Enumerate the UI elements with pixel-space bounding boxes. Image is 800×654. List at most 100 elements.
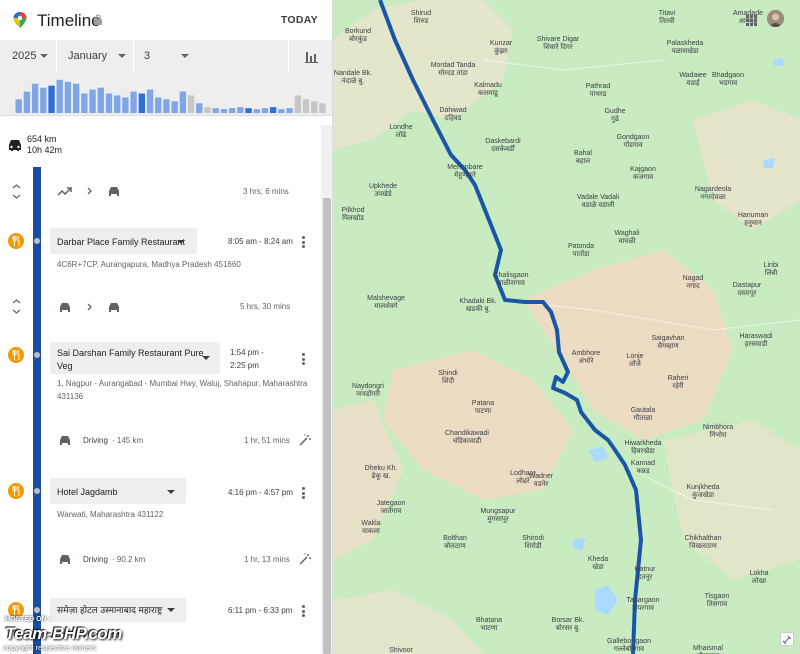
map-place-label[interactable]: Mehunbare मेहुणबारे	[447, 164, 482, 180]
scrollbar-thumb[interactable]	[323, 198, 331, 654]
map-place-label[interactable]: Nimbhora निंभोरा	[703, 424, 733, 440]
more-options-icon[interactable]	[302, 487, 306, 499]
place-name-dropdown[interactable]: Sai Darshan Family Restaurant Pure Veg	[50, 342, 220, 374]
histogram-bar[interactable]	[311, 101, 318, 114]
map-place-label[interactable]: Shirud शिरुड	[411, 10, 431, 26]
map-place-label[interactable]: Haraswadi हरसवाडी	[739, 333, 772, 349]
map-place-label[interactable]: Jategaon जातेगाव	[377, 500, 406, 516]
map-place-label[interactable]: Kheda खेडा	[588, 556, 608, 572]
user-avatar[interactable]	[767, 10, 784, 27]
histogram-bar[interactable]	[212, 108, 219, 114]
map-place-label[interactable]: Nandale Bk. नंदाळे बु.	[334, 70, 372, 86]
map-place-label[interactable]: Hanuman हनुमान	[738, 212, 768, 228]
histogram-bar[interactable]	[155, 97, 162, 114]
place-name-dropdown[interactable]: Hotel Jagdamb	[50, 478, 186, 504]
histogram-bar[interactable]	[15, 99, 22, 114]
histogram-bar[interactable]	[72, 83, 80, 114]
map-place-label[interactable]: Shivare Digar शिवारे दिगर	[537, 36, 579, 52]
month-dropdown[interactable]: January	[56, 40, 132, 72]
histogram-bar[interactable]	[122, 97, 129, 114]
map-place-label[interactable]: Borsar Bk. बोरसर बु.	[552, 617, 585, 633]
histogram-bar[interactable]	[138, 93, 145, 114]
more-options-icon[interactable]	[302, 353, 306, 365]
map-place-label[interactable]: Shivoorशिवूर	[389, 647, 413, 654]
map-place-label[interactable]: Palaskheda पळासखेडा	[667, 40, 704, 56]
histogram-bar[interactable]	[97, 87, 104, 114]
map-place-label[interactable]: Naydongri नायडोंगरी	[352, 383, 384, 399]
day-dropdown[interactable]: 3	[133, 40, 193, 72]
histogram-bar[interactable]	[319, 103, 326, 114]
map-place-label[interactable]: Bahal बहाल	[574, 150, 592, 166]
map-place-label[interactable]: Mungsapur मुंगसापूर	[480, 508, 515, 524]
map-place-label[interactable]: Daskebardi दसकेबर्डी	[485, 138, 520, 154]
histogram-bar[interactable]	[269, 107, 277, 114]
histogram-bar[interactable]	[171, 101, 178, 114]
map-place-label[interactable]: Lonje लोंजे	[626, 353, 643, 369]
histogram-bar[interactable]	[130, 91, 137, 114]
histogram-bar[interactable]	[245, 108, 252, 114]
map-place-label[interactable]: Shirodi शिरोडी	[522, 535, 544, 551]
year-dropdown[interactable]: 2025	[0, 40, 55, 72]
apps-grid-icon[interactable]	[746, 13, 757, 26]
map-place-label[interactable]: Borkund बोरकुंड	[345, 28, 371, 44]
histogram-bar[interactable]	[40, 87, 47, 114]
map-place-label[interactable]: Dheku Kh. ढेकू ख.	[365, 465, 398, 481]
histogram-bar[interactable]	[105, 93, 113, 114]
map-place-label[interactable]: Hatnur हतनूर	[634, 566, 655, 582]
map-place-label[interactable]: Nagardeola नगरदेवळा	[695, 186, 731, 202]
map-place-label[interactable]: Tapargaon टापरगाव	[626, 597, 659, 613]
map-place-label[interactable]: Patonda पातोंडा	[568, 243, 594, 259]
histogram-bar[interactable]	[89, 89, 96, 114]
map-place-label[interactable]: Bhadgaon भडगाव	[712, 72, 744, 88]
map-place-label[interactable]: Pilkhod पिलखोड	[342, 207, 365, 223]
edit-wand-icon[interactable]	[299, 553, 311, 565]
map-place-label[interactable]: Mhaismalम्हैसमाळ	[693, 645, 723, 654]
histogram-bar[interactable]	[23, 91, 31, 114]
map-place-label[interactable]: Upkhede उपखेडे	[369, 183, 397, 199]
map-place-label[interactable]: Bolthan बोलठाण	[443, 535, 467, 551]
place-name-dropdown[interactable]: समेज़ा होटल उस्मानाबाद महाराष्ट्र	[50, 598, 186, 622]
histogram-bar[interactable]	[220, 109, 228, 114]
map-place-label[interactable]: Nagad नगाद	[683, 275, 704, 291]
map-place-label[interactable]: Kannad कन्नड	[631, 460, 655, 476]
histogram-bar[interactable]	[64, 81, 72, 114]
map-place-label[interactable]: Raheri रहेरी	[668, 375, 689, 391]
map-place-label[interactable]: Gudhe गुढे	[604, 108, 625, 124]
map-place-label[interactable]: Kalmadu कलमाडू	[474, 82, 502, 98]
map-place-label[interactable]: Waghali वाघळी	[614, 230, 639, 246]
expand-collapse-icon[interactable]	[12, 183, 21, 200]
map-place-label[interactable]: Khadaki Bk. खडकी बु.	[459, 298, 496, 314]
map-place-label[interactable]: Londhe लोंढे	[389, 124, 412, 140]
histogram-bar[interactable]	[294, 95, 301, 114]
map-place-label[interactable]: Gautala गौताळा	[631, 407, 656, 423]
histogram-bar[interactable]	[228, 108, 236, 114]
histogram-bar[interactable]	[56, 79, 63, 114]
histogram-bar[interactable]	[48, 85, 55, 114]
stats-chart-button[interactable]	[288, 40, 332, 72]
map-place-label[interactable]: Patana पाटणा	[472, 400, 494, 416]
map-place-label[interactable]: Chalisgaon चाळीसगाव	[493, 272, 528, 288]
histogram-bar[interactable]	[187, 95, 195, 114]
day-histogram[interactable]	[0, 72, 333, 116]
map-place-label[interactable]: Ambhore अंभोरे	[572, 350, 600, 366]
map-place-label[interactable]: Shindi शिंदी	[438, 370, 457, 386]
map-place-label[interactable]: Dahiwad दहिवड	[439, 107, 466, 123]
map-place-label[interactable]: Wakla वाकला	[361, 520, 380, 536]
histogram-bar[interactable]	[286, 108, 293, 114]
map-place-label[interactable]: Hiwarkheda हिवरखेडा	[625, 440, 662, 456]
map-place-label[interactable]: Wadaiee वडाई	[679, 72, 706, 88]
map-place-label[interactable]: Saigavhan सैगव्हाण	[651, 335, 684, 351]
edit-wand-icon[interactable]	[299, 434, 311, 446]
histogram-bar[interactable]	[114, 95, 121, 114]
more-options-icon[interactable]	[302, 236, 306, 248]
map-view[interactable]: Shirud शिरुड Borkund बोरकुंड Titavi तितवी Amad…	[333, 0, 800, 654]
fullscreen-button[interactable]	[780, 632, 794, 646]
histogram-bar[interactable]	[163, 99, 170, 114]
histogram-bar[interactable]	[31, 83, 39, 114]
map-place-label[interactable]: Kajgaon कजगाव	[630, 166, 656, 182]
today-button[interactable]: TODAY	[281, 14, 318, 26]
map-place-label[interactable]: Vadale Vadali वडाळे वडाली	[577, 194, 619, 210]
map-place-label[interactable]: Dastapur दस्तापूर	[733, 282, 761, 298]
histogram-bar[interactable]	[81, 93, 88, 114]
expand-collapse-icon[interactable]	[12, 298, 21, 315]
